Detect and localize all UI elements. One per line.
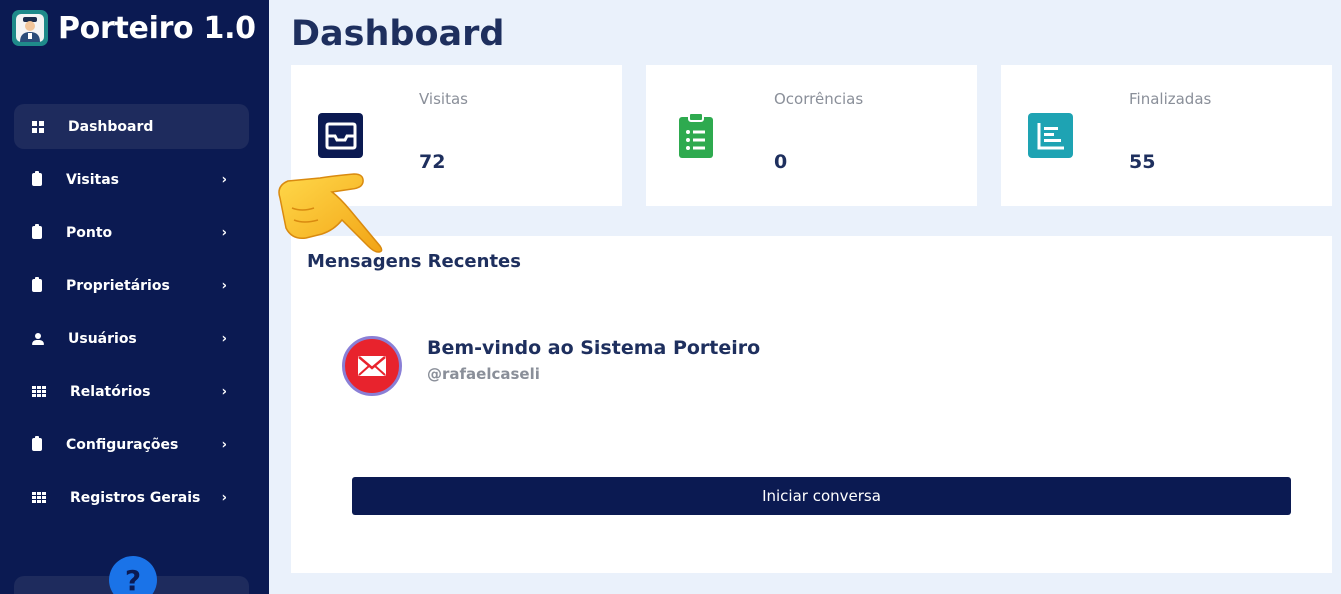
user-icon: [32, 332, 44, 345]
clipboard-list-icon: [673, 112, 718, 158]
chevron-right-icon: ›: [221, 225, 227, 240]
sidebar-item-usuarios[interactable]: Usuários ›: [14, 312, 249, 365]
doorman-icon: [12, 10, 48, 46]
sidebar-item-relatorios[interactable]: Relatórios ›: [14, 365, 249, 418]
start-chat-button[interactable]: Iniciar conversa: [352, 477, 1291, 515]
sidebar-item-ponto[interactable]: Ponto ›: [14, 206, 249, 259]
clipboard-icon: [32, 171, 42, 186]
inbox-icon: [318, 113, 363, 158]
help-icon[interactable]: ?: [109, 556, 157, 594]
sidebar-item-label: Ponto: [66, 224, 113, 241]
card-value: 55: [1129, 151, 1156, 173]
recent-messages-panel: Mensagens Recentes Bem-vindo ao Sistema …: [291, 236, 1332, 573]
sidebar-item-registros-gerais[interactable]: Registros Gerais ›: [14, 471, 249, 524]
grid-icon: [32, 120, 44, 133]
sidebar-nav: Dashboard Visitas › Ponto › Proprietário…: [14, 104, 249, 524]
sidebar-item-label: Proprietários: [66, 277, 170, 294]
chart-icon: [1028, 113, 1073, 158]
chevron-right-icon: ›: [221, 331, 227, 346]
chevron-right-icon: ›: [221, 172, 227, 187]
table-icon: [32, 491, 46, 504]
chevron-right-icon: ›: [221, 490, 227, 505]
card-label: Ocorrências: [774, 90, 864, 108]
sidebar-item-label: Dashboard: [68, 118, 154, 135]
sidebar-item-proprietarios[interactable]: Proprietários ›: [14, 259, 249, 312]
card-label: Visitas: [419, 90, 468, 108]
chevron-right-icon: ›: [221, 278, 227, 293]
message-user: @rafaelcaseli: [427, 365, 540, 383]
sidebar-item-configuracoes[interactable]: Configurações ›: [14, 418, 249, 471]
sidebar-item-label: Configurações: [66, 436, 179, 453]
stat-card-finalizadas[interactable]: Finalizadas 55: [1001, 65, 1332, 206]
sidebar-item-label: Relatórios: [70, 383, 151, 400]
app-title: Porteiro 1.0: [58, 10, 256, 46]
sidebar-item-label: Usuários: [68, 330, 137, 347]
sidebar-item-dashboard[interactable]: Dashboard: [14, 104, 249, 149]
sidebar-item-visitas[interactable]: Visitas ›: [14, 153, 249, 206]
brand[interactable]: Porteiro 1.0: [12, 10, 256, 46]
clipboard-icon: [32, 436, 42, 451]
envelope-icon: [342, 336, 402, 396]
stat-card-ocorrencias[interactable]: Ocorrências 0: [646, 65, 977, 206]
clipboard-icon: [32, 224, 42, 239]
clipboard-icon: [32, 277, 42, 292]
table-icon: [32, 385, 46, 398]
chevron-right-icon: ›: [221, 437, 227, 452]
sidebar-item-label: Registros Gerais: [70, 489, 201, 506]
pointing-hand-icon: [272, 168, 384, 258]
page-title: Dashboard: [291, 14, 505, 54]
chevron-right-icon: ›: [221, 384, 227, 399]
card-value: 72: [419, 151, 446, 173]
message-title[interactable]: Bem-vindo ao Sistema Porteiro: [427, 337, 760, 359]
card-value: 0: [774, 151, 788, 173]
sidebar-item-label: Visitas: [66, 171, 119, 188]
sidebar: Porteiro 1.0 Dashboard Visitas › Ponto ›…: [0, 0, 269, 594]
card-label: Finalizadas: [1129, 90, 1212, 108]
